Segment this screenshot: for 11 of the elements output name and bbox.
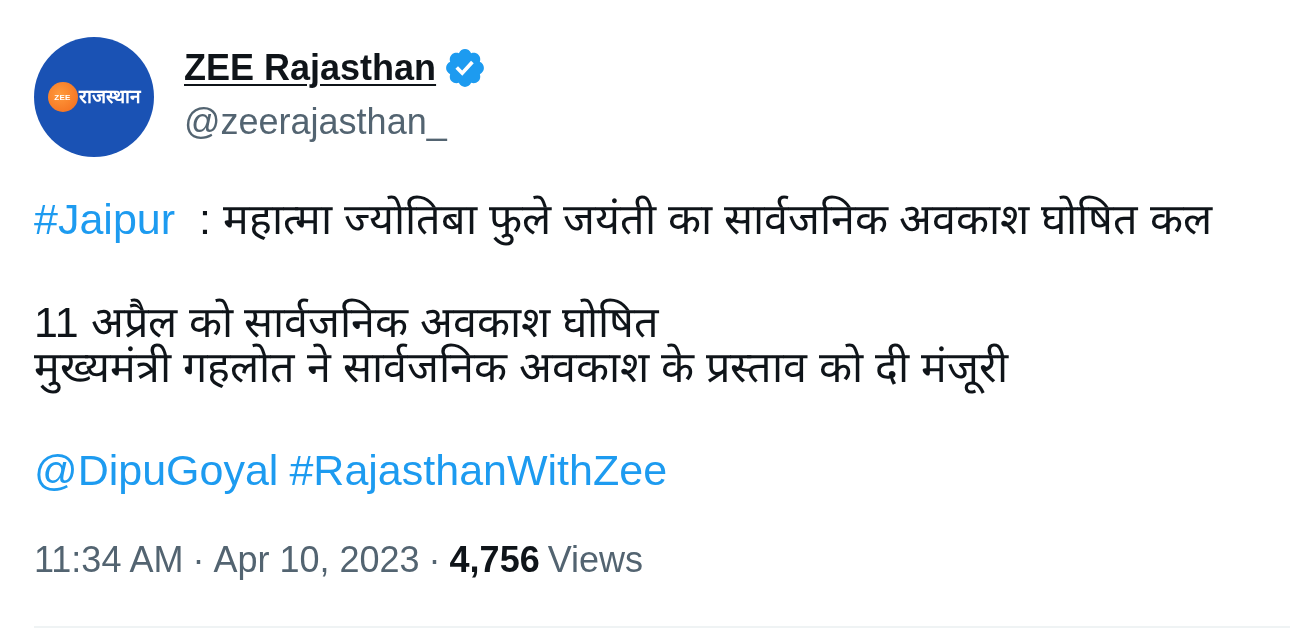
dot-separator: · xyxy=(192,540,205,580)
view-count: 4,756 xyxy=(449,540,540,580)
logo-wordmark: राजस्थान xyxy=(78,85,141,109)
account-name[interactable]: ZEE Rajasthan xyxy=(184,48,437,88)
logo-badge: ZEE xyxy=(47,82,78,112)
dot-separator: · xyxy=(428,540,441,580)
post-date[interactable]: Apr 10, 2023 xyxy=(213,540,420,580)
views-label: Views xyxy=(547,540,644,580)
account-handle: @zeerajasthan_ xyxy=(184,102,449,142)
post-time[interactable]: 11:34 AM xyxy=(34,540,184,580)
avatar-logo[interactable]: ZEE राजस्थान xyxy=(34,37,154,157)
